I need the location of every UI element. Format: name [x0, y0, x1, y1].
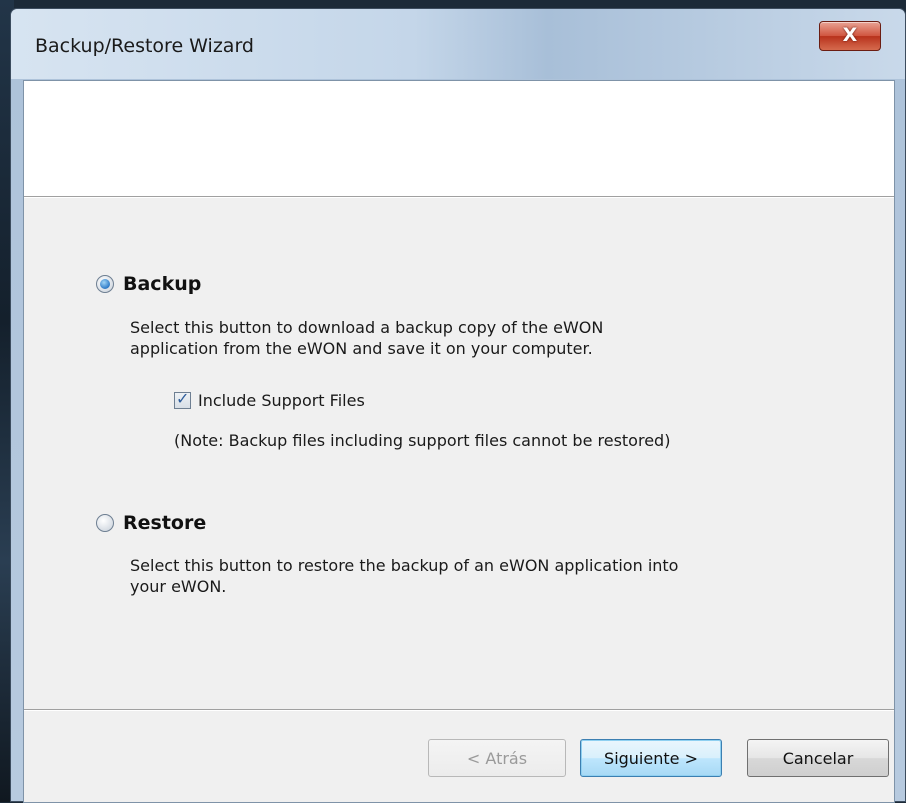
check-mark-icon: ✓	[176, 389, 190, 408]
backup-option[interactable]: Backup	[96, 273, 201, 295]
wizard-window: Backup/Restore Wizard X Backup Select th…	[10, 8, 906, 803]
close-button[interactable]: X	[819, 21, 881, 51]
footer-divider	[24, 709, 894, 711]
restore-radio[interactable]	[96, 514, 114, 532]
include-support-files-checkbox[interactable]: ✓	[174, 389, 191, 409]
wizard-header-panel	[24, 81, 894, 196]
window-title: Backup/Restore Wizard	[35, 35, 254, 57]
include-support-files[interactable]: ✓ Include Support Files	[174, 389, 365, 410]
backup-radio[interactable]	[96, 275, 114, 293]
restore-description: Select this button to restore the backup…	[130, 555, 678, 597]
restore-description-line: Select this button to restore the backup…	[130, 556, 679, 575]
cancel-button[interactable]: Cancelar	[747, 739, 889, 777]
wizard-content: Backup Select this button to download a …	[23, 80, 895, 803]
restore-description-line: your eWON.	[130, 577, 227, 596]
restore-label: Restore	[123, 512, 207, 534]
close-icon: X	[842, 24, 858, 47]
next-button[interactable]: Siguiente >	[580, 739, 722, 777]
include-support-files-label: Include Support Files	[198, 391, 365, 410]
backup-description-line: application from the eWON and save it on…	[130, 339, 593, 358]
title-bar[interactable]: Backup/Restore Wizard X	[11, 9, 905, 79]
backup-note: (Note: Backup files including support fi…	[174, 431, 671, 450]
restore-option[interactable]: Restore	[96, 512, 206, 534]
header-divider	[24, 196, 894, 198]
backup-description-line: Select this button to download a backup …	[130, 318, 604, 337]
back-button[interactable]: < Atrás	[428, 739, 566, 777]
backup-description: Select this button to download a backup …	[130, 317, 603, 359]
backup-label: Backup	[123, 273, 202, 295]
